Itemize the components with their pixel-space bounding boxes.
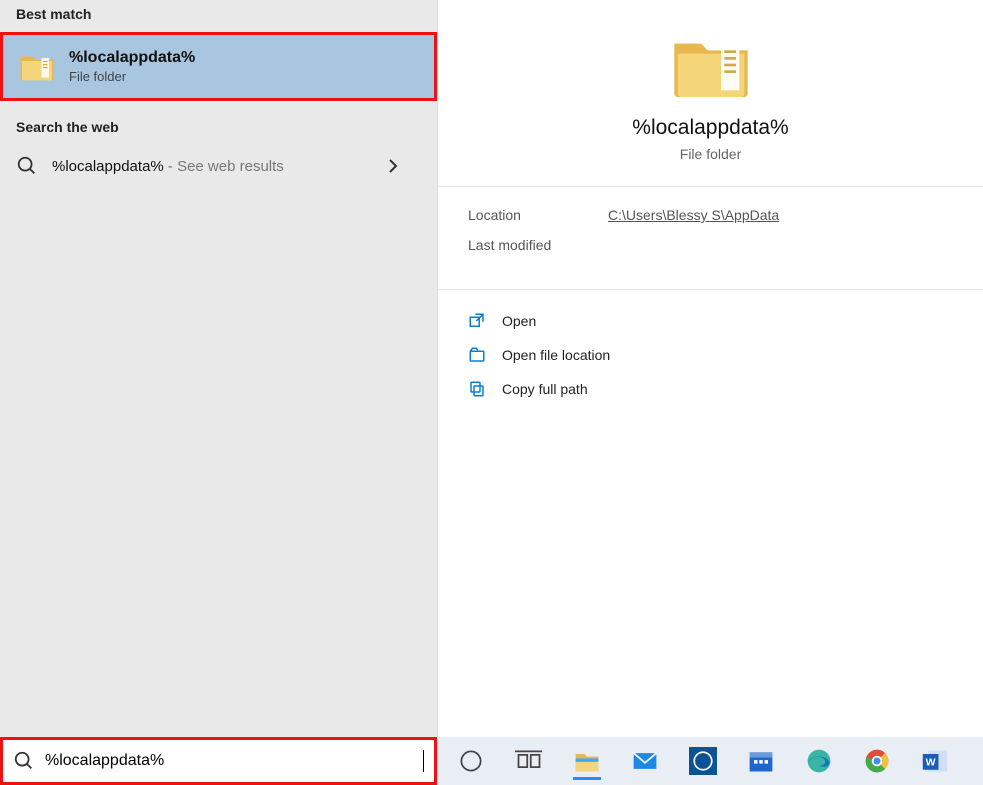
action-open-label: Open (502, 313, 536, 329)
taskbar-file-explorer[interactable] (571, 747, 603, 775)
windows-search-panel: Best match %localappdata% File folder Se… (0, 0, 983, 785)
taskbar: W (437, 737, 983, 785)
web-header: Search the web (0, 101, 437, 145)
taskbar-cortana[interactable] (455, 747, 487, 775)
main-area: Best match %localappdata% File folder Se… (0, 0, 983, 737)
location-label: Location (468, 207, 608, 223)
svg-text:W: W (926, 756, 936, 768)
copy-icon (468, 380, 486, 398)
web-result[interactable]: %localappdata% - See web results (0, 145, 437, 187)
preview-subtitle: File folder (680, 146, 741, 162)
action-copy-path-label: Copy full path (502, 381, 588, 397)
taskbar-dell[interactable] (687, 747, 719, 775)
taskbar-edge[interactable] (803, 747, 835, 775)
modified-row: Last modified (468, 237, 953, 253)
taskbar-calendar[interactable] (745, 747, 777, 775)
mail-icon (631, 747, 659, 775)
best-match-subtitle: File folder (69, 69, 195, 84)
action-open[interactable]: Open (468, 304, 953, 338)
bottom-bar: W (0, 737, 983, 785)
open-icon (468, 312, 486, 330)
location-value[interactable]: C:\Users\Blessy S\AppData (608, 207, 779, 223)
preview-title: %localappdata% (632, 116, 788, 140)
calendar-icon (747, 747, 775, 775)
location-row: Location C:\Users\Blessy S\AppData (468, 207, 953, 223)
text-caret (423, 750, 424, 772)
dell-icon (689, 747, 717, 775)
best-match-result[interactable]: %localappdata% File folder (0, 32, 437, 101)
cortana-icon (457, 747, 485, 775)
file-explorer-icon (573, 747, 601, 775)
taskbar-task-view[interactable] (513, 747, 545, 775)
web-result-text: %localappdata% - See web results (52, 158, 284, 175)
web-suffix-text: - See web results (164, 158, 284, 175)
open-location-icon (468, 346, 486, 364)
chevron-right-icon (385, 158, 401, 174)
task-view-icon (515, 747, 543, 775)
search-icon (13, 750, 35, 772)
best-match-header: Best match (0, 0, 437, 32)
actions-block: Open Open file location Copy full path (438, 290, 983, 420)
action-open-location-label: Open file location (502, 347, 610, 363)
info-block: Location C:\Users\Blessy S\AppData Last … (438, 187, 983, 290)
chrome-icon (863, 747, 891, 775)
taskbar-word[interactable]: W (919, 747, 951, 775)
search-box[interactable] (0, 737, 437, 785)
action-open-location[interactable]: Open file location (468, 338, 953, 372)
word-icon: W (921, 747, 949, 775)
folder-icon (19, 51, 55, 83)
action-copy-path[interactable]: Copy full path (468, 372, 953, 406)
taskbar-chrome[interactable] (861, 747, 893, 775)
preview-header: %localappdata% File folder (438, 0, 983, 187)
web-query-text: %localappdata% (52, 158, 164, 175)
search-input[interactable] (45, 752, 422, 770)
edge-icon (805, 747, 833, 775)
taskbar-mail[interactable] (629, 747, 661, 775)
results-panel: Best match %localappdata% File folder Se… (0, 0, 437, 737)
folder-icon (671, 32, 751, 102)
preview-panel: %localappdata% File folder Location C:\U… (437, 0, 983, 737)
modified-label: Last modified (468, 237, 608, 253)
best-match-text: %localappdata% File folder (69, 49, 195, 84)
best-match-title: %localappdata% (69, 49, 195, 67)
search-icon (16, 155, 38, 177)
